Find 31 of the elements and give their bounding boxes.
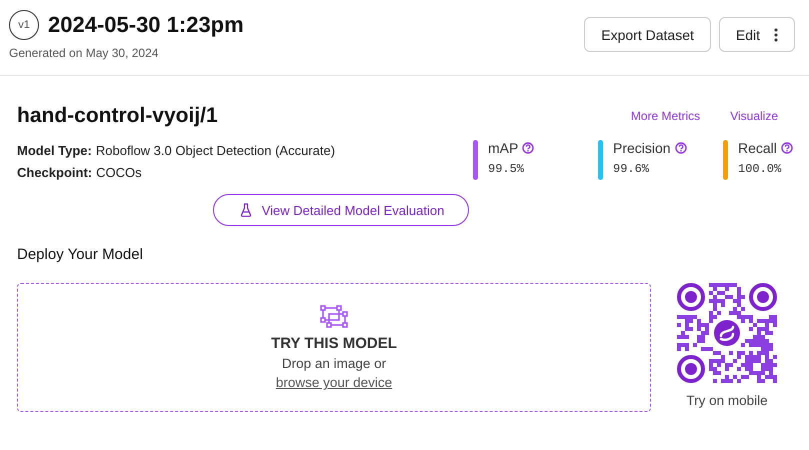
evaluation-button[interactable]: View Detailed Model Evaluation: [212, 194, 470, 226]
export-button[interactable]: Export Dataset: [584, 17, 711, 52]
help-icon: [780, 142, 793, 154]
model-name: hand-control-vyoij/1: [17, 104, 218, 128]
dropzone-heading: TRY THIS MODEL: [271, 335, 397, 352]
help-icon: [674, 142, 687, 154]
metric-value: 99.5%: [488, 162, 526, 176]
qr-caption: Try on mobile: [686, 393, 768, 408]
link[interactable]: More Metrics: [630, 109, 700, 123]
detail-value: COCOs: [96, 165, 142, 180]
metric-name: Precision: [613, 140, 671, 156]
detail-label: Model Type:: [17, 143, 92, 158]
more-icon: [774, 28, 778, 42]
bounding-box-icon: [320, 305, 348, 329]
metric-value: 100.0%: [738, 162, 782, 176]
metric-value: 99.6%: [613, 162, 650, 176]
section-title: Deploy Your Model: [17, 246, 144, 263]
metric-name: Recall: [738, 140, 777, 156]
detail-label: Checkpoint:: [17, 165, 92, 180]
dropzone[interactable]: TRY THIS MODEL Drop an image or browse your device: [17, 283, 651, 412]
help-icon: [522, 142, 534, 154]
dropzone-text: Drop an image or: [282, 356, 386, 371]
flask-icon: [240, 203, 252, 217]
edit-button[interactable]: Edit: [718, 17, 795, 52]
detail-value: Roboflow 3.0 Object Detection (Accurate): [96, 143, 336, 158]
version-badge: v1: [9, 10, 39, 40]
metric-name: mAP: [488, 140, 518, 156]
link[interactable]: Visualize: [730, 109, 778, 123]
page-title: 2024-05-30 1:23pm: [48, 12, 244, 38]
browse-link[interactable]: browse your device: [276, 375, 392, 390]
generated-date: Generated on May 30, 2024: [9, 46, 160, 60]
